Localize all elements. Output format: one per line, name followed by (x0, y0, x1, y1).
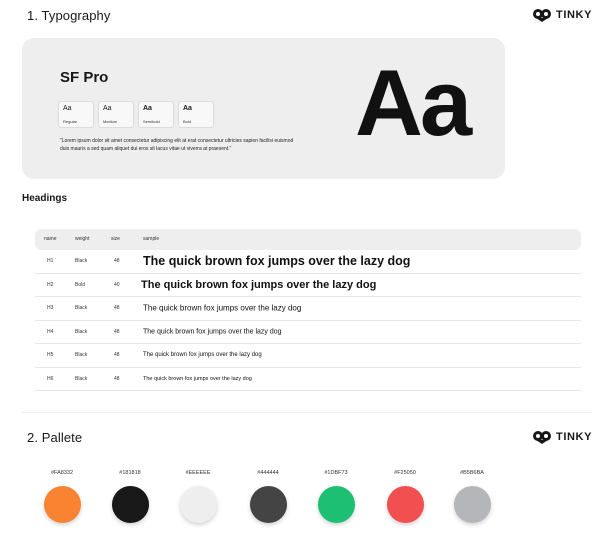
swatch-circle (249, 486, 287, 523)
swatch-circle (111, 486, 149, 523)
weight-card-regular: Aa Regular (58, 101, 94, 128)
swatch-circle (317, 486, 355, 523)
palette-swatches: #FA8332 #181818 #EEEEEE #444444 #1DBF73 … (38, 470, 498, 530)
row-sample: The quick brown fox jumps over the lazy … (143, 375, 252, 382)
swatch: #EEEEEE (174, 470, 222, 523)
swatch-hex: #F25050 (394, 470, 416, 476)
swatch-hex: #B5B6BA (460, 470, 484, 476)
row-size: 48 (114, 328, 120, 335)
swatch-hex: #EEEEEE (185, 470, 211, 476)
swatch: #F25050 (381, 470, 429, 523)
weight-label: Regular (63, 119, 78, 124)
swatch-hex: #444444 (257, 470, 279, 476)
column-header-sample: sample (143, 236, 160, 242)
typography-section-title: 1. Typography (27, 8, 111, 23)
brand-name: TINKY (556, 431, 592, 443)
row-name: H6 (47, 375, 54, 382)
column-header-name: name (44, 236, 57, 242)
row-sample: The quick brown fox jumps over the lazy … (143, 328, 282, 336)
row-sample: The quick brown fox jumps over the lazy … (143, 303, 302, 313)
weight-label: Semibold (143, 119, 160, 124)
brand-logo: TINKY (532, 430, 592, 444)
table-row: H4 Black 48 The quick brown fox jumps ov… (35, 321, 581, 344)
row-sample: The quick brown fox jumps over the lazy … (143, 254, 411, 269)
row-name: H3 (47, 305, 54, 312)
headings-table: name weight size sample H1 Black 48 The … (35, 229, 581, 391)
font-name: SF Pro (60, 69, 109, 86)
swatch-circle (386, 486, 424, 523)
row-name: H5 (47, 352, 54, 359)
brand-name: TINKY (556, 9, 592, 21)
weight-sample: Aa (63, 105, 72, 112)
row-size: 48 (114, 305, 120, 312)
palette-section-title: 2. Pallete (27, 430, 83, 445)
column-header-size: size (111, 236, 120, 242)
column-header-weight: weight (75, 236, 90, 242)
table-row: H1 Black 48 The quick brown fox jumps ov… (35, 250, 581, 274)
brand-logo: TINKY (532, 8, 592, 22)
typography-card: SF Pro Aa Regular Aa Medium Aa Semibold … (22, 38, 505, 179)
row-name: H2 (47, 281, 54, 288)
swatch: #181818 (106, 470, 154, 523)
swatch: #1DBF73 (312, 470, 360, 523)
swatch: #444444 (244, 470, 292, 523)
row-weight: Black (75, 328, 88, 335)
swatch: #B5B6BA (448, 470, 496, 523)
weight-label: Bold (183, 119, 192, 124)
row-size: 48 (114, 375, 120, 382)
swatch-circle (179, 486, 217, 523)
swatch-circle (453, 486, 491, 523)
row-name: H1 (47, 258, 54, 265)
weight-card-semibold: Aa Semibold (138, 101, 174, 128)
table-header: name weight size sample (35, 229, 581, 250)
weight-sample: Aa (143, 105, 152, 112)
table-row: H3 Black 48 The quick brown fox jumps ov… (35, 297, 581, 321)
lorem-paragraph: "Lorem ipsum dolor sit amet consectetur … (60, 138, 294, 152)
swatch-hex: #FA8332 (50, 470, 74, 476)
weight-label: Medium (103, 119, 118, 124)
row-name: H4 (47, 328, 54, 335)
headings-title: Headings (22, 193, 68, 204)
tinky-logo-icon (532, 430, 552, 444)
row-weight: Black (75, 375, 88, 382)
swatch-hex: #181818 (119, 470, 141, 476)
weight-sample: Aa (103, 105, 112, 112)
table-row: H5 Black 48 The quick brown fox jumps ov… (35, 344, 581, 368)
table-row: H2 Bold 40 The quick brown fox jumps ove… (35, 274, 581, 297)
section-divider (22, 412, 592, 413)
row-weight: Black (75, 258, 88, 265)
font-weights: Aa Regular Aa Medium Aa Semibold Aa Bold (58, 101, 214, 128)
row-size: 48 (114, 352, 120, 359)
tinky-logo-icon (532, 8, 552, 22)
weight-card-bold: Aa Bold (178, 101, 214, 128)
swatch: #FA8332 (38, 470, 86, 523)
row-weight: Bold (75, 281, 86, 288)
swatch-circle (43, 486, 81, 523)
display-sample: Aa (355, 50, 472, 155)
weight-sample: Aa (183, 105, 192, 112)
swatch-hex: #1DBF73 (324, 470, 348, 476)
table-row: H6 Black 48 The quick brown fox jumps ov… (35, 368, 581, 391)
row-size: 48 (114, 258, 120, 265)
row-weight: Black (75, 352, 88, 359)
weight-card-medium: Aa Medium (98, 101, 134, 128)
row-weight: Black (75, 305, 88, 312)
row-sample: The quick brown fox jumps over the lazy … (143, 352, 262, 359)
row-sample: The quick brown fox jumps over the lazy … (141, 278, 377, 291)
row-size: 40 (114, 281, 120, 288)
